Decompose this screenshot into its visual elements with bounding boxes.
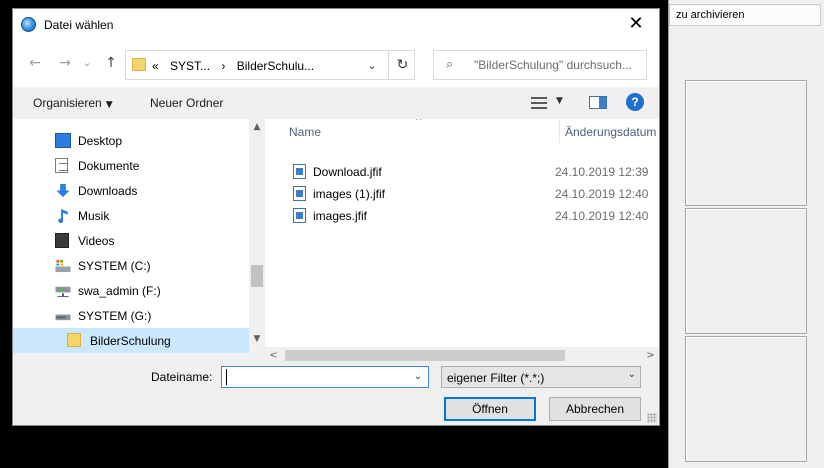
tree-item-label: Downloads — [78, 184, 138, 198]
filename-label: Dateiname: — [151, 370, 213, 384]
tree-item-label: SYSTEM (G:) — [78, 309, 152, 323]
navigation-tree: Desktop Dokumente Downloads Musik Videos… — [13, 119, 265, 353]
tree-item-label: SYSTEM (C:) — [78, 259, 151, 273]
organize-menu-button[interactable]: Organisieren ▼ — [33, 96, 113, 110]
file-date: 24.10.2019 12:39 — [555, 165, 649, 179]
view-caret-icon[interactable]: ▼ — [556, 96, 563, 106]
archive-box-2 — [685, 208, 807, 334]
sort-indicator-icon: ^ — [415, 119, 423, 127]
filter-value: eigener Filter (*.*;) — [447, 371, 545, 385]
downloads-icon — [56, 183, 70, 198]
scroll-down-icon[interactable]: ▼ — [249, 331, 265, 347]
breadcrumb-separator-icon[interactable]: › — [221, 59, 225, 73]
organize-label: Organisieren — [33, 96, 102, 110]
system-drive-icon — [55, 259, 71, 273]
tree-vertical-scrollbar[interactable]: ▲ ▼ — [249, 119, 265, 347]
music-icon — [58, 208, 68, 223]
close-button[interactable]: ✕ — [613, 9, 659, 39]
file-list: Name ^ Änderungsdatum Download.jfif 24.1… — [265, 119, 659, 347]
address-bar[interactable]: « SYST... › BilderSchulu... ⌄ ↻ — [125, 50, 415, 80]
filename-combobox[interactable]: ⌄ — [221, 366, 429, 388]
tree-item-label: BilderSchulung — [90, 334, 171, 348]
search-box[interactable]: ⌕ — [433, 50, 647, 80]
search-input[interactable] — [474, 56, 644, 74]
dialog-footer: Dateiname: ⌄ eigener Filter (*.*;) ⌄ Öff… — [13, 347, 659, 425]
open-button[interactable]: Öffnen — [444, 397, 536, 421]
preview-pane-icon[interactable] — [589, 96, 607, 109]
help-icon[interactable]: ? — [626, 93, 644, 111]
file-row-download-jfif[interactable]: Download.jfif 24.10.2019 12:39 — [287, 161, 659, 183]
tree-item-label: Desktop — [78, 134, 123, 148]
file-row-images-jfif[interactable]: images.jfif 24.10.2019 12:40 — [287, 205, 659, 227]
folder-icon — [67, 333, 81, 347]
tree-item-music[interactable]: Musik — [53, 203, 249, 228]
resize-grip-icon[interactable] — [647, 413, 657, 423]
network-drive-icon — [55, 286, 71, 298]
search-icon: ⌕ — [446, 57, 454, 72]
scroll-thumb[interactable] — [251, 265, 263, 287]
tree-item-label: Musik — [78, 209, 110, 223]
filename-dropdown-chevron-icon[interactable]: ⌄ — [410, 368, 426, 386]
tree-item-swa-admin-f[interactable]: swa_admin (F:) — [53, 278, 249, 303]
archive-box-3 — [685, 336, 807, 462]
recent-locations-chevron-icon[interactable]: ⌄ — [77, 53, 97, 73]
column-separator[interactable] — [559, 119, 560, 143]
view-options-icon[interactable] — [531, 97, 547, 109]
file-open-dialog: Datei wählen ✕ ← → ⌄ ↑ « SYST... › Bilde… — [12, 8, 660, 426]
file-date: 24.10.2019 12:40 — [555, 209, 649, 223]
up-arrow-icon[interactable]: ↑ — [101, 53, 121, 73]
tree-item-desktop[interactable]: Desktop — [53, 128, 249, 153]
file-type-filter-select[interactable]: eigener Filter (*.*;) ⌄ — [441, 366, 641, 388]
app-globe-icon — [21, 17, 36, 32]
file-row-images-1-jfif[interactable]: images (1).jfif 24.10.2019 12:40 — [287, 183, 659, 205]
column-date-header[interactable]: Änderungsdatum — [565, 125, 656, 139]
title-bar: Datei wählen ✕ — [13, 9, 659, 39]
drive-icon — [55, 314, 71, 321]
documents-icon — [55, 158, 68, 173]
tree-item-videos[interactable]: Videos — [53, 228, 249, 253]
archive-tab[interactable]: zu archivieren — [669, 4, 821, 26]
refresh-button[interactable]: ↻ — [388, 51, 416, 79]
column-header: Name ^ Änderungsdatum — [265, 119, 659, 143]
background-app-panel: zu archivieren — [668, 0, 824, 468]
back-arrow-icon[interactable]: ← — [25, 53, 45, 73]
cancel-button[interactable]: Abbrechen — [549, 397, 641, 421]
file-name: images.jfif — [313, 209, 368, 223]
forward-arrow-icon[interactable]: → — [55, 53, 75, 73]
folder-icon — [132, 58, 146, 71]
filter-dropdown-chevron-icon[interactable]: ⌄ — [628, 369, 636, 380]
tree-item-system-g[interactable]: SYSTEM (G:) — [53, 303, 249, 328]
organize-caret-icon: ▼ — [105, 100, 113, 110]
tree-item-label: Videos — [78, 234, 115, 248]
navigation-bar: ← → ⌄ ↑ « SYST... › BilderSchulu... ⌄ ↻ … — [13, 39, 659, 87]
image-file-icon — [293, 186, 306, 201]
new-folder-button[interactable]: Neuer Ordner — [150, 96, 223, 110]
file-name: Download.jfif — [313, 165, 382, 179]
videos-icon — [55, 233, 69, 248]
breadcrumb: « SYST... › BilderSchulu... — [152, 59, 322, 73]
breadcrumb-overflow[interactable]: « — [152, 59, 159, 73]
tree-item-documents[interactable]: Dokumente — [53, 153, 249, 178]
breadcrumb-bilderschulung[interactable]: BilderSchulu... — [237, 59, 314, 73]
archive-box-1 — [685, 80, 807, 206]
breadcrumb-system[interactable]: SYST... — [170, 59, 210, 73]
tree-item-label: Dokumente — [78, 159, 140, 173]
filename-input[interactable] — [226, 369, 406, 385]
tree-item-downloads[interactable]: Downloads — [53, 178, 249, 203]
tree-item-label: swa_admin (F:) — [78, 284, 161, 298]
file-name: images (1).jfif — [313, 187, 386, 201]
desktop-icon — [55, 133, 71, 148]
column-name-header[interactable]: Name — [289, 125, 321, 139]
image-file-icon — [293, 164, 306, 179]
tree-item-system-c[interactable]: SYSTEM (C:) — [53, 253, 249, 278]
address-dropdown-chevron-icon[interactable]: ⌄ — [362, 56, 382, 76]
file-date: 24.10.2019 12:40 — [555, 187, 649, 201]
dialog-title: Datei wählen — [44, 18, 114, 32]
command-bar: Organisieren ▼ Neuer Ordner ▼ ? — [13, 87, 659, 119]
scroll-up-icon[interactable]: ▲ — [249, 119, 265, 135]
image-file-icon — [293, 208, 306, 223]
